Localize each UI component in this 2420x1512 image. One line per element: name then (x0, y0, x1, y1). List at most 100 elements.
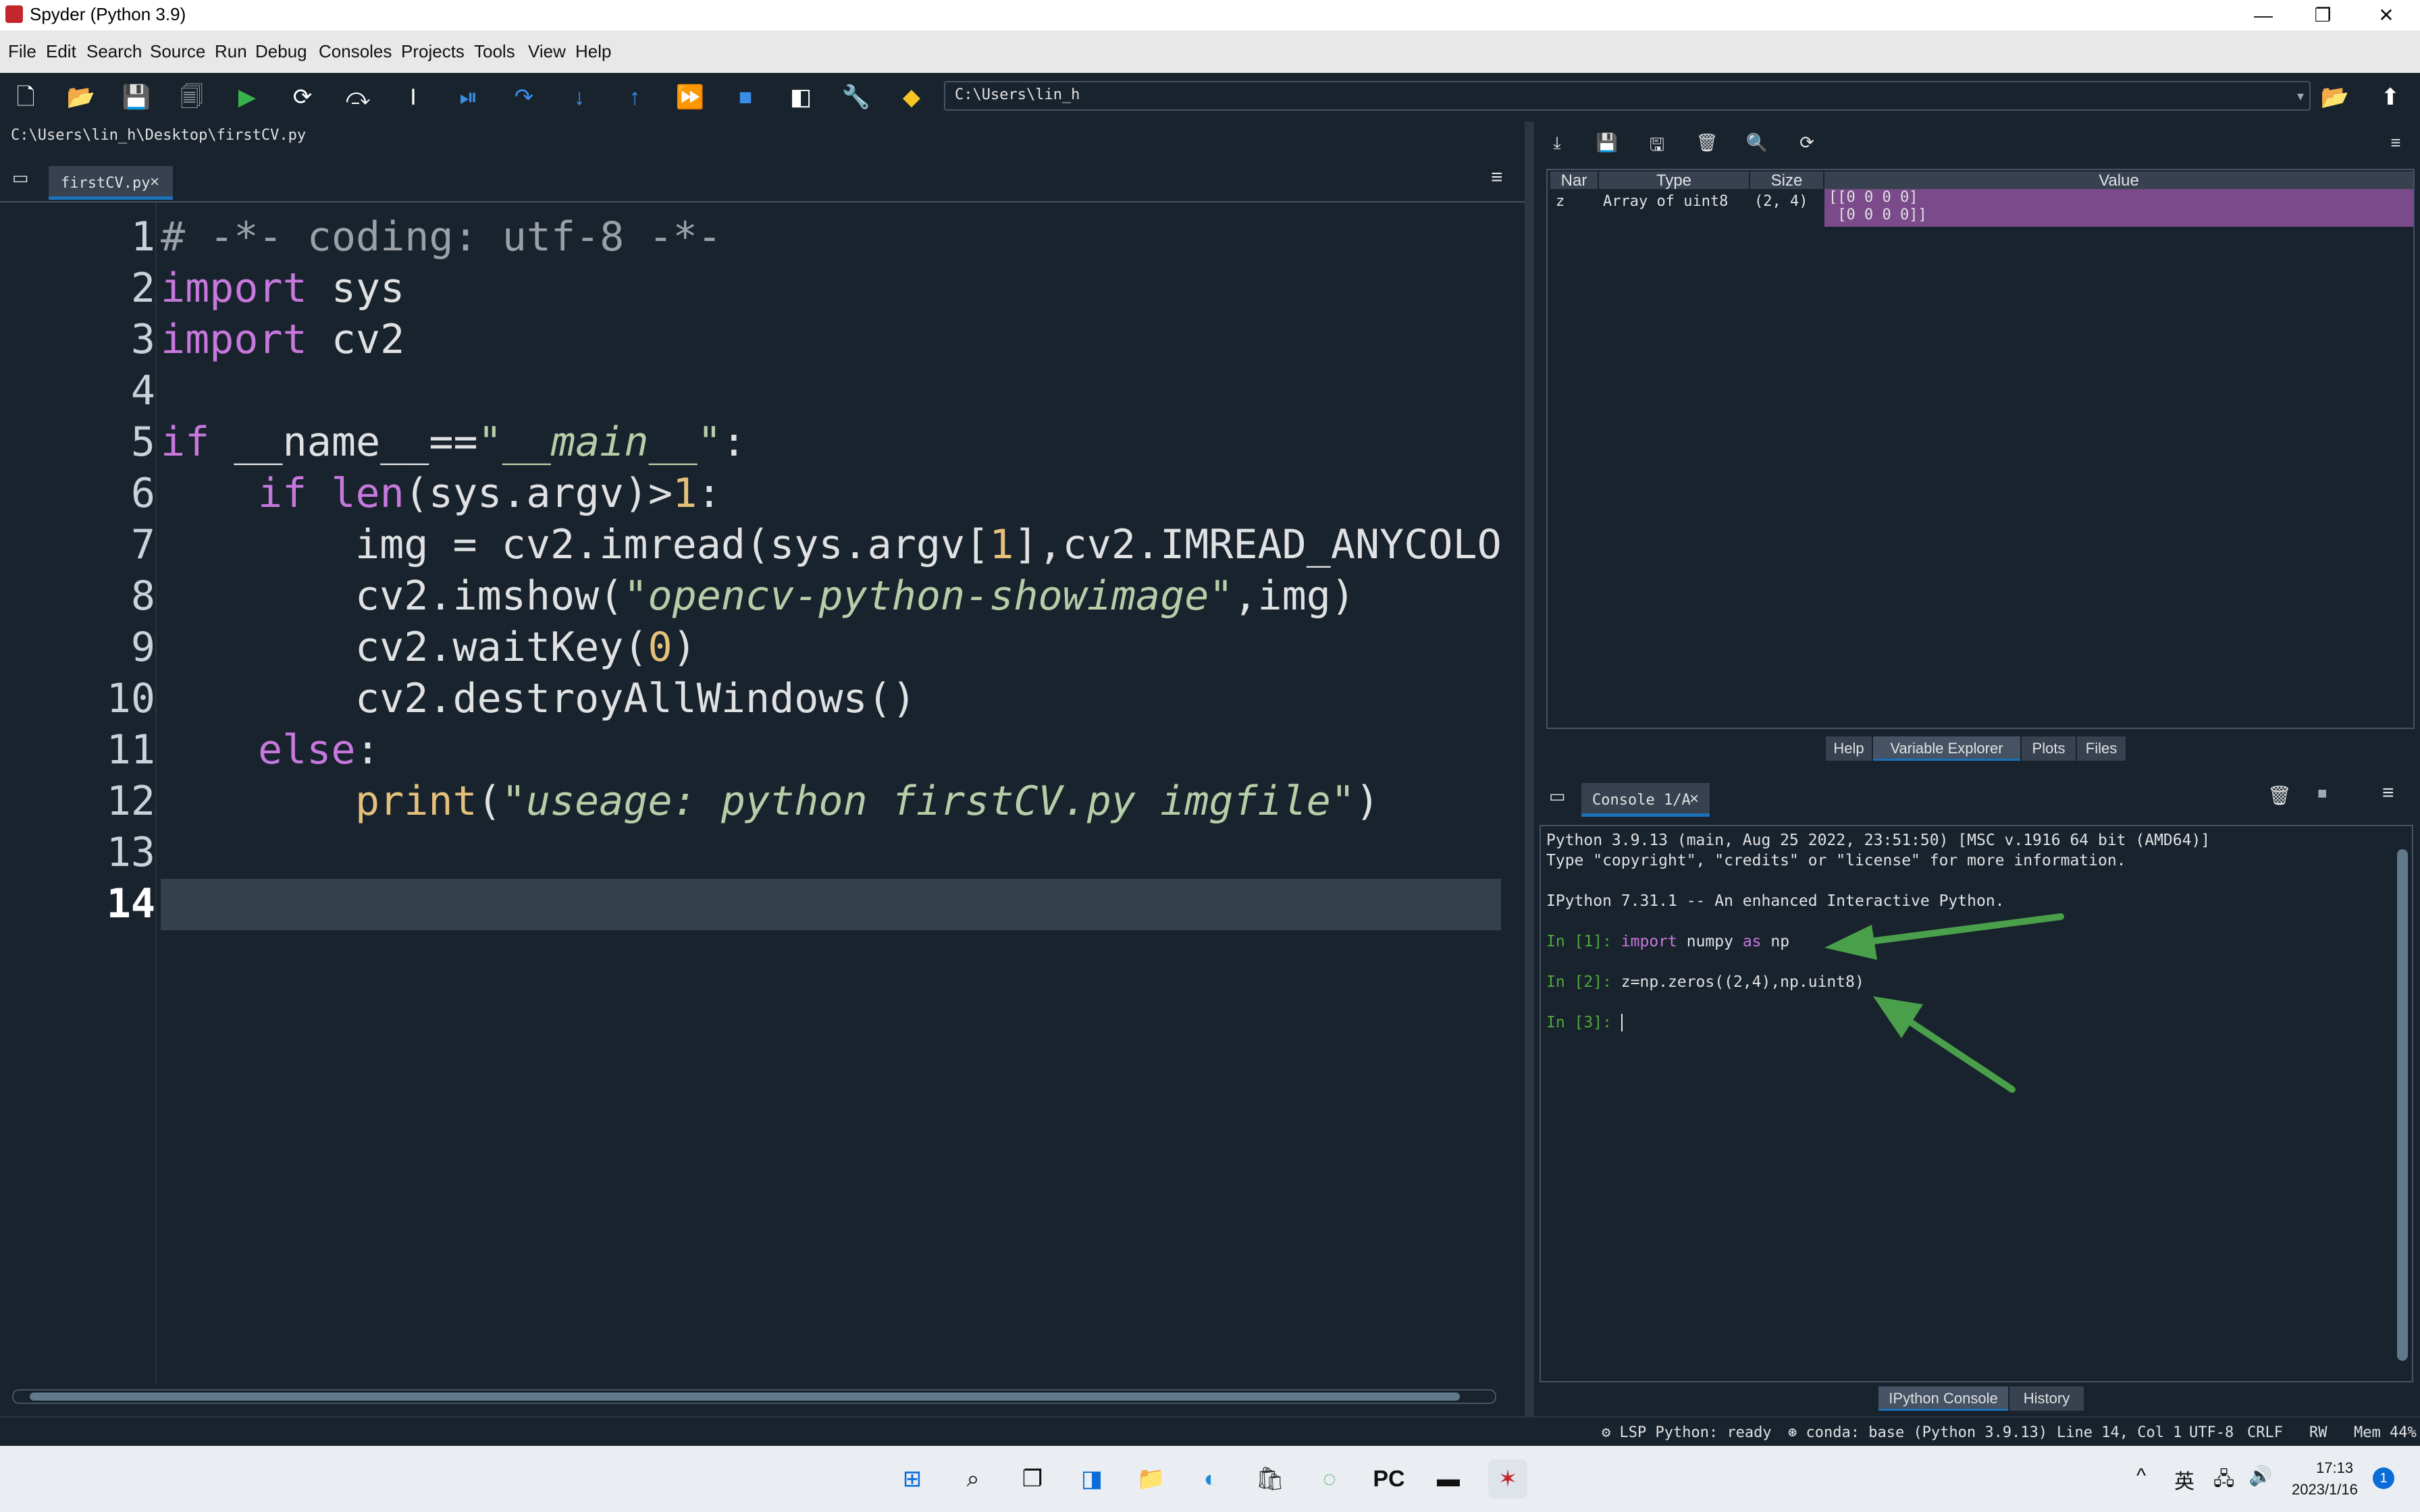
column-header-size[interactable]: Size (1750, 171, 1823, 190)
options-menu-icon[interactable]: ≡ (2382, 782, 2394, 805)
chevron-down-icon[interactable]: ▾ (2297, 88, 2304, 105)
tab-help[interactable]: Help (1826, 736, 1872, 761)
code-line: import cv2 (161, 316, 405, 363)
chevron-up-icon[interactable]: ^ (2136, 1465, 2146, 1488)
search-icon[interactable]: ⌕ (953, 1459, 993, 1498)
import-data-icon[interactable]: ⤓ (1544, 132, 1571, 159)
menu-view[interactable]: View (528, 41, 566, 62)
tab-variable-explorer[interactable]: Variable Explorer (1873, 736, 2020, 761)
options-menu-icon[interactable]: ≡ (2382, 132, 2409, 159)
pane-splitter[interactable] (1525, 122, 1534, 1418)
widgets-icon[interactable]: ◨ (1072, 1459, 1111, 1498)
save-icon[interactable]: 💾 (120, 81, 153, 113)
column-header-type[interactable]: Type (1599, 171, 1749, 190)
menu-run[interactable]: Run (215, 41, 247, 62)
line-number: 6 (130, 470, 155, 517)
anaconda-icon[interactable]: ◌ (1310, 1459, 1349, 1498)
var-size-cell[interactable]: (2, 4) (1754, 193, 1808, 227)
line-number: 7 (130, 521, 155, 568)
python-path-icon[interactable]: ◆ (895, 81, 928, 113)
code-line: cv2.waitKey(0) (355, 624, 697, 671)
clock-time[interactable]: 17:13 (2316, 1459, 2353, 1477)
remove-all-icon[interactable]: 🗑 (1693, 132, 1720, 159)
tab-ipython-console[interactable]: IPython Console (1878, 1386, 2008, 1411)
scrollbar-thumb[interactable] (30, 1393, 1460, 1401)
run-cell-advance-icon[interactable]: ⤼ (342, 81, 374, 113)
close-icon[interactable]: × (150, 173, 159, 192)
editor-horizontal-scrollbar[interactable] (12, 1389, 1496, 1404)
menu-help[interactable]: Help (575, 41, 611, 62)
code-line: import sys (161, 265, 405, 312)
clock-date[interactable]: 2023/1/16 (2292, 1481, 2358, 1498)
line-endings: CRLF (2247, 1424, 2283, 1441)
ime-indicator[interactable]: 英 (2174, 1465, 2194, 1494)
debug-icon[interactable]: ⏯ (452, 81, 485, 113)
restore-button[interactable]: ❐ (2293, 0, 2352, 30)
scrollbar-thumb[interactable] (2397, 849, 2408, 1361)
search-icon[interactable]: 🔍 (1743, 132, 1770, 159)
file-explorer-icon[interactable]: 📁 (1132, 1459, 1171, 1498)
working-directory-combo[interactable]: C:\Users\lin_h ▾ (944, 81, 2311, 111)
stop-icon[interactable]: ■ (729, 81, 762, 113)
console-input-3[interactable]: In [3]: (1546, 1014, 1632, 1031)
save-all-icon[interactable]: 🗐 (176, 81, 208, 113)
new-file-icon[interactable]: 🗋 (9, 81, 42, 113)
var-name-cell[interactable]: z (1556, 193, 1564, 227)
menu-debug[interactable]: Debug (255, 41, 307, 62)
spyder-icon[interactable]: ✶ (1488, 1459, 1527, 1498)
run-icon[interactable]: ▶ (231, 81, 263, 113)
step-into-icon[interactable]: ↓ (563, 81, 596, 113)
continue-icon[interactable]: ⏩ (674, 81, 706, 113)
console-line: Type "copyright", "credits" or "license"… (1546, 852, 2126, 869)
menu-file[interactable]: File (8, 41, 36, 62)
run-selection-icon[interactable]: I (397, 81, 429, 113)
windows-start-icon[interactable]: ⊞ (893, 1459, 932, 1498)
tab-firstcv[interactable]: firstCV.py × (49, 166, 173, 200)
edge-icon[interactable]: ◐ (1191, 1459, 1230, 1498)
stop-icon[interactable]: ■ (2317, 784, 2327, 803)
step-return-icon[interactable]: ↑ (619, 81, 651, 113)
task-view-icon[interactable]: ❐ (1013, 1459, 1052, 1498)
preferences-wrench-icon[interactable]: 🔧 (840, 81, 872, 113)
windows-taskbar: ⊞ ⌕ ❐ ◨ 📁 ◐ 🛍 ◌ PC ▬ ✶ ^ 英 🖧 🔊 17:13 202… (0, 1446, 2420, 1512)
save-data-as-icon[interactable]: 🖫 (1643, 132, 1671, 159)
tab-plots[interactable]: Plots (2022, 736, 2076, 761)
run-cell-icon[interactable]: ⟳ (286, 81, 319, 113)
up-arrow-icon[interactable]: ⬆ (2374, 81, 2406, 113)
annotation-arrows (1824, 913, 2064, 1093)
menu-source[interactable]: Source (150, 41, 205, 62)
menu-edit[interactable]: Edit (46, 41, 76, 62)
folder-icon[interactable]: 📂 (2319, 81, 2351, 113)
options-menu-icon[interactable]: ≡ (1491, 166, 1503, 189)
menu-projects[interactable]: Projects (401, 41, 465, 62)
store-icon[interactable]: 🛍 (1251, 1459, 1290, 1498)
column-header-value[interactable]: Value (1824, 171, 2413, 190)
save-data-icon[interactable]: 💾 (1594, 132, 1621, 159)
refresh-icon[interactable]: ⟳ (1793, 132, 1820, 159)
close-icon[interactable]: × (1689, 790, 1699, 809)
menu-tools[interactable]: Tools (474, 41, 515, 62)
network-icon[interactable]: 🖧 (2213, 1465, 2234, 1497)
tab-history[interactable]: History (2009, 1386, 2084, 1411)
close-button[interactable]: ✕ (2357, 0, 2416, 30)
notification-badge[interactable]: 1 (2373, 1467, 2394, 1489)
tab-console-1a[interactable]: Console 1/A × (1581, 783, 1710, 817)
remove-icon[interactable]: 🗑 (2267, 784, 2292, 807)
menu-consoles[interactable]: Consoles (319, 41, 392, 62)
browse-tabs-icon[interactable]: ▭ (12, 167, 29, 188)
pycharm-icon[interactable]: PC (1369, 1459, 1409, 1498)
column-header-name[interactable]: Nar (1550, 171, 1598, 190)
minimize-button[interactable]: — (2234, 0, 2293, 30)
tab-files[interactable]: Files (2077, 736, 2126, 761)
browse-tabs-icon[interactable]: ▭ (1549, 786, 1566, 807)
maximize-pane-icon[interactable]: ◧ (785, 81, 817, 113)
step-icon[interactable]: ↷ (508, 81, 540, 113)
terminal-icon[interactable]: ▬ (1429, 1459, 1468, 1498)
console-vertical-scrollbar[interactable] (2396, 834, 2409, 1374)
menu-search[interactable]: Search (86, 41, 142, 62)
open-file-icon[interactable]: 📂 (65, 81, 97, 113)
volume-icon[interactable]: 🔊 (2248, 1465, 2272, 1487)
menu-bar: File Edit Search Source Run Debug Consol… (0, 30, 2420, 73)
var-type-cell[interactable]: Array of uint8 (1603, 193, 1728, 227)
status-bar: ⚙ LSP Python: ready ⊛ conda: base (Pytho… (0, 1416, 2420, 1446)
